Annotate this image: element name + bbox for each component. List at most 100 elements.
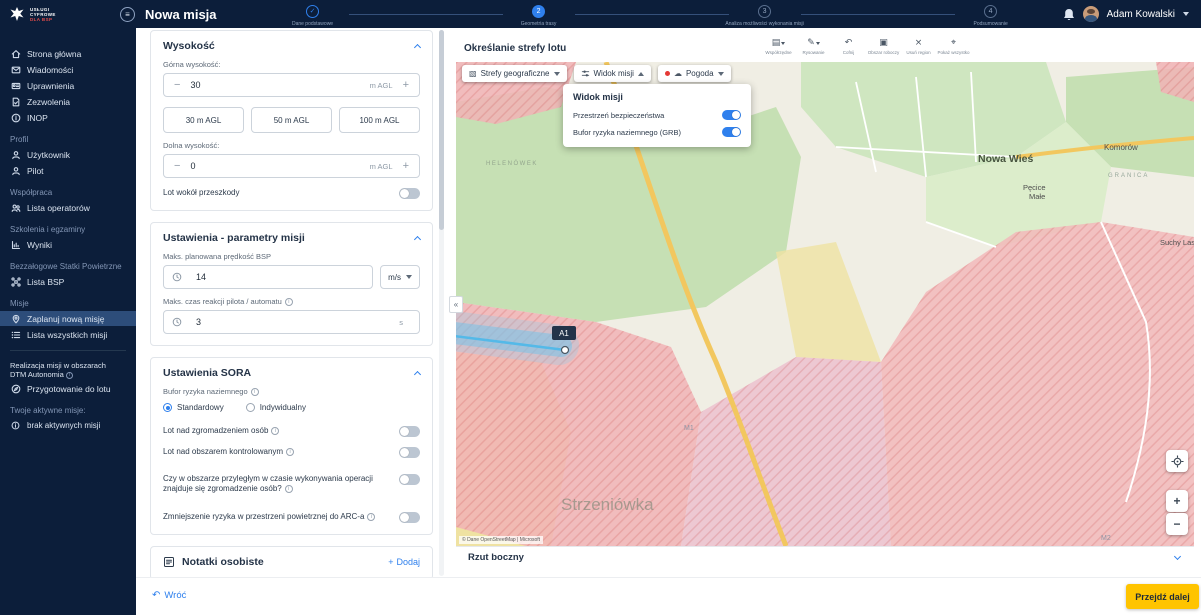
step-connector [575,14,729,15]
route-marker-a1[interactable]: A1 [552,326,576,340]
panel-collapse-handle[interactable]: « [449,296,463,313]
reaction-info-icon[interactable]: i [285,298,293,306]
pilot-icon [10,166,21,176]
radio-standardowy[interactable]: Standardowy [163,403,224,412]
map-label-m1: M1 [684,425,694,432]
lower-height-unit: m AGL [370,162,393,171]
grb-toggle[interactable] [722,127,741,137]
step-2-geometria-trasy[interactable]: 2 Geometria trasy [503,5,575,27]
speed-unit-select[interactable]: m/s [380,265,420,289]
user-menu-chevron-icon[interactable] [1183,12,1189,16]
step-4-label: Podsumowanie [974,21,1008,27]
sidebar-item-zezwolenia[interactable]: Zezwolenia [0,94,136,109]
upper-height-increment-button[interactable]: + [401,80,411,91]
lower-height-label: Dolna wysokość: [163,141,420,150]
collapse-chevron-icon[interactable] [414,236,421,243]
sidebar-item-pilot[interactable]: Pilot [0,163,136,178]
speed-value[interactable] [196,272,236,282]
form-scrollbar [439,30,444,576]
step-4-podsumowanie[interactable]: 4 Podsumowanie [955,5,1027,27]
crowd-info-icon[interactable]: i [271,427,279,435]
sidebar-item-zaplanuj-nowa-misje[interactable]: Zaplanuj nową misję [0,311,136,326]
controlled-info-icon[interactable]: i [286,448,294,456]
dtm-info-icon[interactable]: i [66,372,73,379]
preset-50m-button[interactable]: 50 m AGL [251,107,332,133]
add-note-button[interactable]: +Dodaj [388,557,420,567]
geo-zones-chip[interactable]: ▧ Strefy geograficzne [462,65,567,82]
side-view-title: Rzut boczny [468,552,524,563]
mail-icon [10,65,21,75]
sidebar-item-lista-wszystkich-misji[interactable]: Lista wszystkich misji [0,327,136,342]
tool-obszar-roboczy[interactable]: ▣ Obszar roboczy [867,38,900,55]
chart-icon [10,240,21,250]
obstacle-toggle[interactable] [399,188,420,199]
collapse-chevron-icon[interactable] [414,371,421,378]
back-button[interactable]: ↶ Wróć [152,590,186,601]
preset-30m-button[interactable]: 30 m AGL [163,107,244,133]
map-label-strzeniowka: Strzeniówka [561,495,654,514]
mission-view-dropdown-title: Widok misji [573,92,741,102]
sidebar-item-uprawnienia[interactable]: Uprawnienia [0,78,136,93]
ground-risk-buffer-label: Bufor ryzyka naziemnego [163,387,248,396]
sidebar-item-strona-glowna[interactable]: Strona główna [0,46,136,61]
collapse-chevron-icon[interactable] [414,44,421,51]
controlled-area-toggle-label: Lot nad obszarem kontrolowanym [163,447,283,456]
tool-usun-region[interactable]: × Usuń region [902,38,935,55]
sidebar-item-wyniki[interactable]: Wyniki [0,237,136,252]
tool-cofnij[interactable]: ↶ Cofnij [832,38,865,55]
sidebar-item-lista-bsp[interactable]: Lista BSP [0,274,136,289]
stepper: ✓ Dane podstawowe 2 Geometria trasy 3 An… [277,2,1027,27]
weather-chip[interactable]: ☁ Pogoda [658,65,731,82]
side-view-bar[interactable]: Rzut boczny [456,546,1194,568]
sliders-icon [581,69,590,78]
map-header: Określanie strefy lotu ▤ Współrzędne ✎ R… [456,36,1194,62]
info-circle-icon [10,113,21,123]
app-logo[interactable]: USŁUGI CYFROWE DLA BSP [0,5,112,23]
tool-rysowanie[interactable]: ✎ Rysowanie [797,38,830,55]
tool-wspolrzedne[interactable]: ▤ Współrzędne [762,38,795,55]
arc-info-icon[interactable]: i [367,513,375,521]
next-button[interactable]: Przejdź dalej [1126,584,1199,609]
step-3-analiza[interactable]: 3 Analiza możliwości wykonania misji [729,5,801,27]
locate-button[interactable] [1166,450,1188,472]
lower-height-increment-button[interactable]: + [401,161,411,172]
sidebar-item-lista-operatorow[interactable]: Lista operatorów [0,200,136,215]
list-icon [10,330,21,340]
safety-space-toggle[interactable] [722,110,741,120]
upper-height-decrement-button[interactable]: − [172,80,182,91]
lower-height-value[interactable] [190,161,230,171]
info-circle-icon [10,421,21,430]
bell-icon[interactable] [1063,8,1075,21]
controlled-area-toggle[interactable] [399,447,420,458]
buffer-info-icon[interactable]: i [251,388,259,396]
preset-100m-button[interactable]: 100 m AGL [339,107,420,133]
lower-height-decrement-button[interactable]: − [172,161,182,172]
expand-chevron-icon[interactable] [1174,552,1181,559]
crowd-toggle[interactable] [399,426,420,437]
tool-pokaz-wszystko[interactable]: ⌖ Pokaż wszystko [937,38,970,55]
map-label-helenowek: HELENÓWEK [486,160,538,167]
zoom-out-button[interactable]: − [1166,513,1188,535]
brand-text: USŁUGI CYFROWE DLA BSP [30,7,56,22]
notes-title: Notatki osobiste [182,556,264,568]
adjacent-area-toggle[interactable] [399,474,420,485]
upper-height-value[interactable] [190,80,230,90]
step-2-dot: 2 [532,5,545,18]
mission-view-chip[interactable]: Widok misji [574,65,651,82]
sidebar-item-przygotowanie-do-lotu[interactable]: Przygotowanie do lotu [0,381,136,396]
sidebar-item-uzytkownik[interactable]: Użytkownik [0,147,136,162]
user-avatar[interactable] [1083,6,1099,22]
sidebar-dtm-label: Realizacja misji w obszarach DTM Autonom… [0,359,136,381]
sidebar-item-inop[interactable]: INOP [0,110,136,125]
radio-indywidualny[interactable]: Indywidualny [246,403,306,412]
reaction-time-value[interactable] [196,317,236,327]
card-parametry-title: Ustawienia - parametry misji [163,232,305,244]
sidebar-toggle-button[interactable]: ≡ [120,7,135,22]
arc-toggle[interactable] [399,512,420,523]
sidebar-item-wiadomosci[interactable]: Wiadomości [0,62,136,77]
user-name[interactable]: Adam Kowalski [1107,9,1175,20]
zoom-in-button[interactable]: + [1166,490,1188,512]
adjacent-info-icon[interactable]: i [285,485,293,493]
form-scrollbar-thumb[interactable] [439,30,444,230]
step-1-dane-podstawowe[interactable]: ✓ Dane podstawowe [277,5,349,27]
